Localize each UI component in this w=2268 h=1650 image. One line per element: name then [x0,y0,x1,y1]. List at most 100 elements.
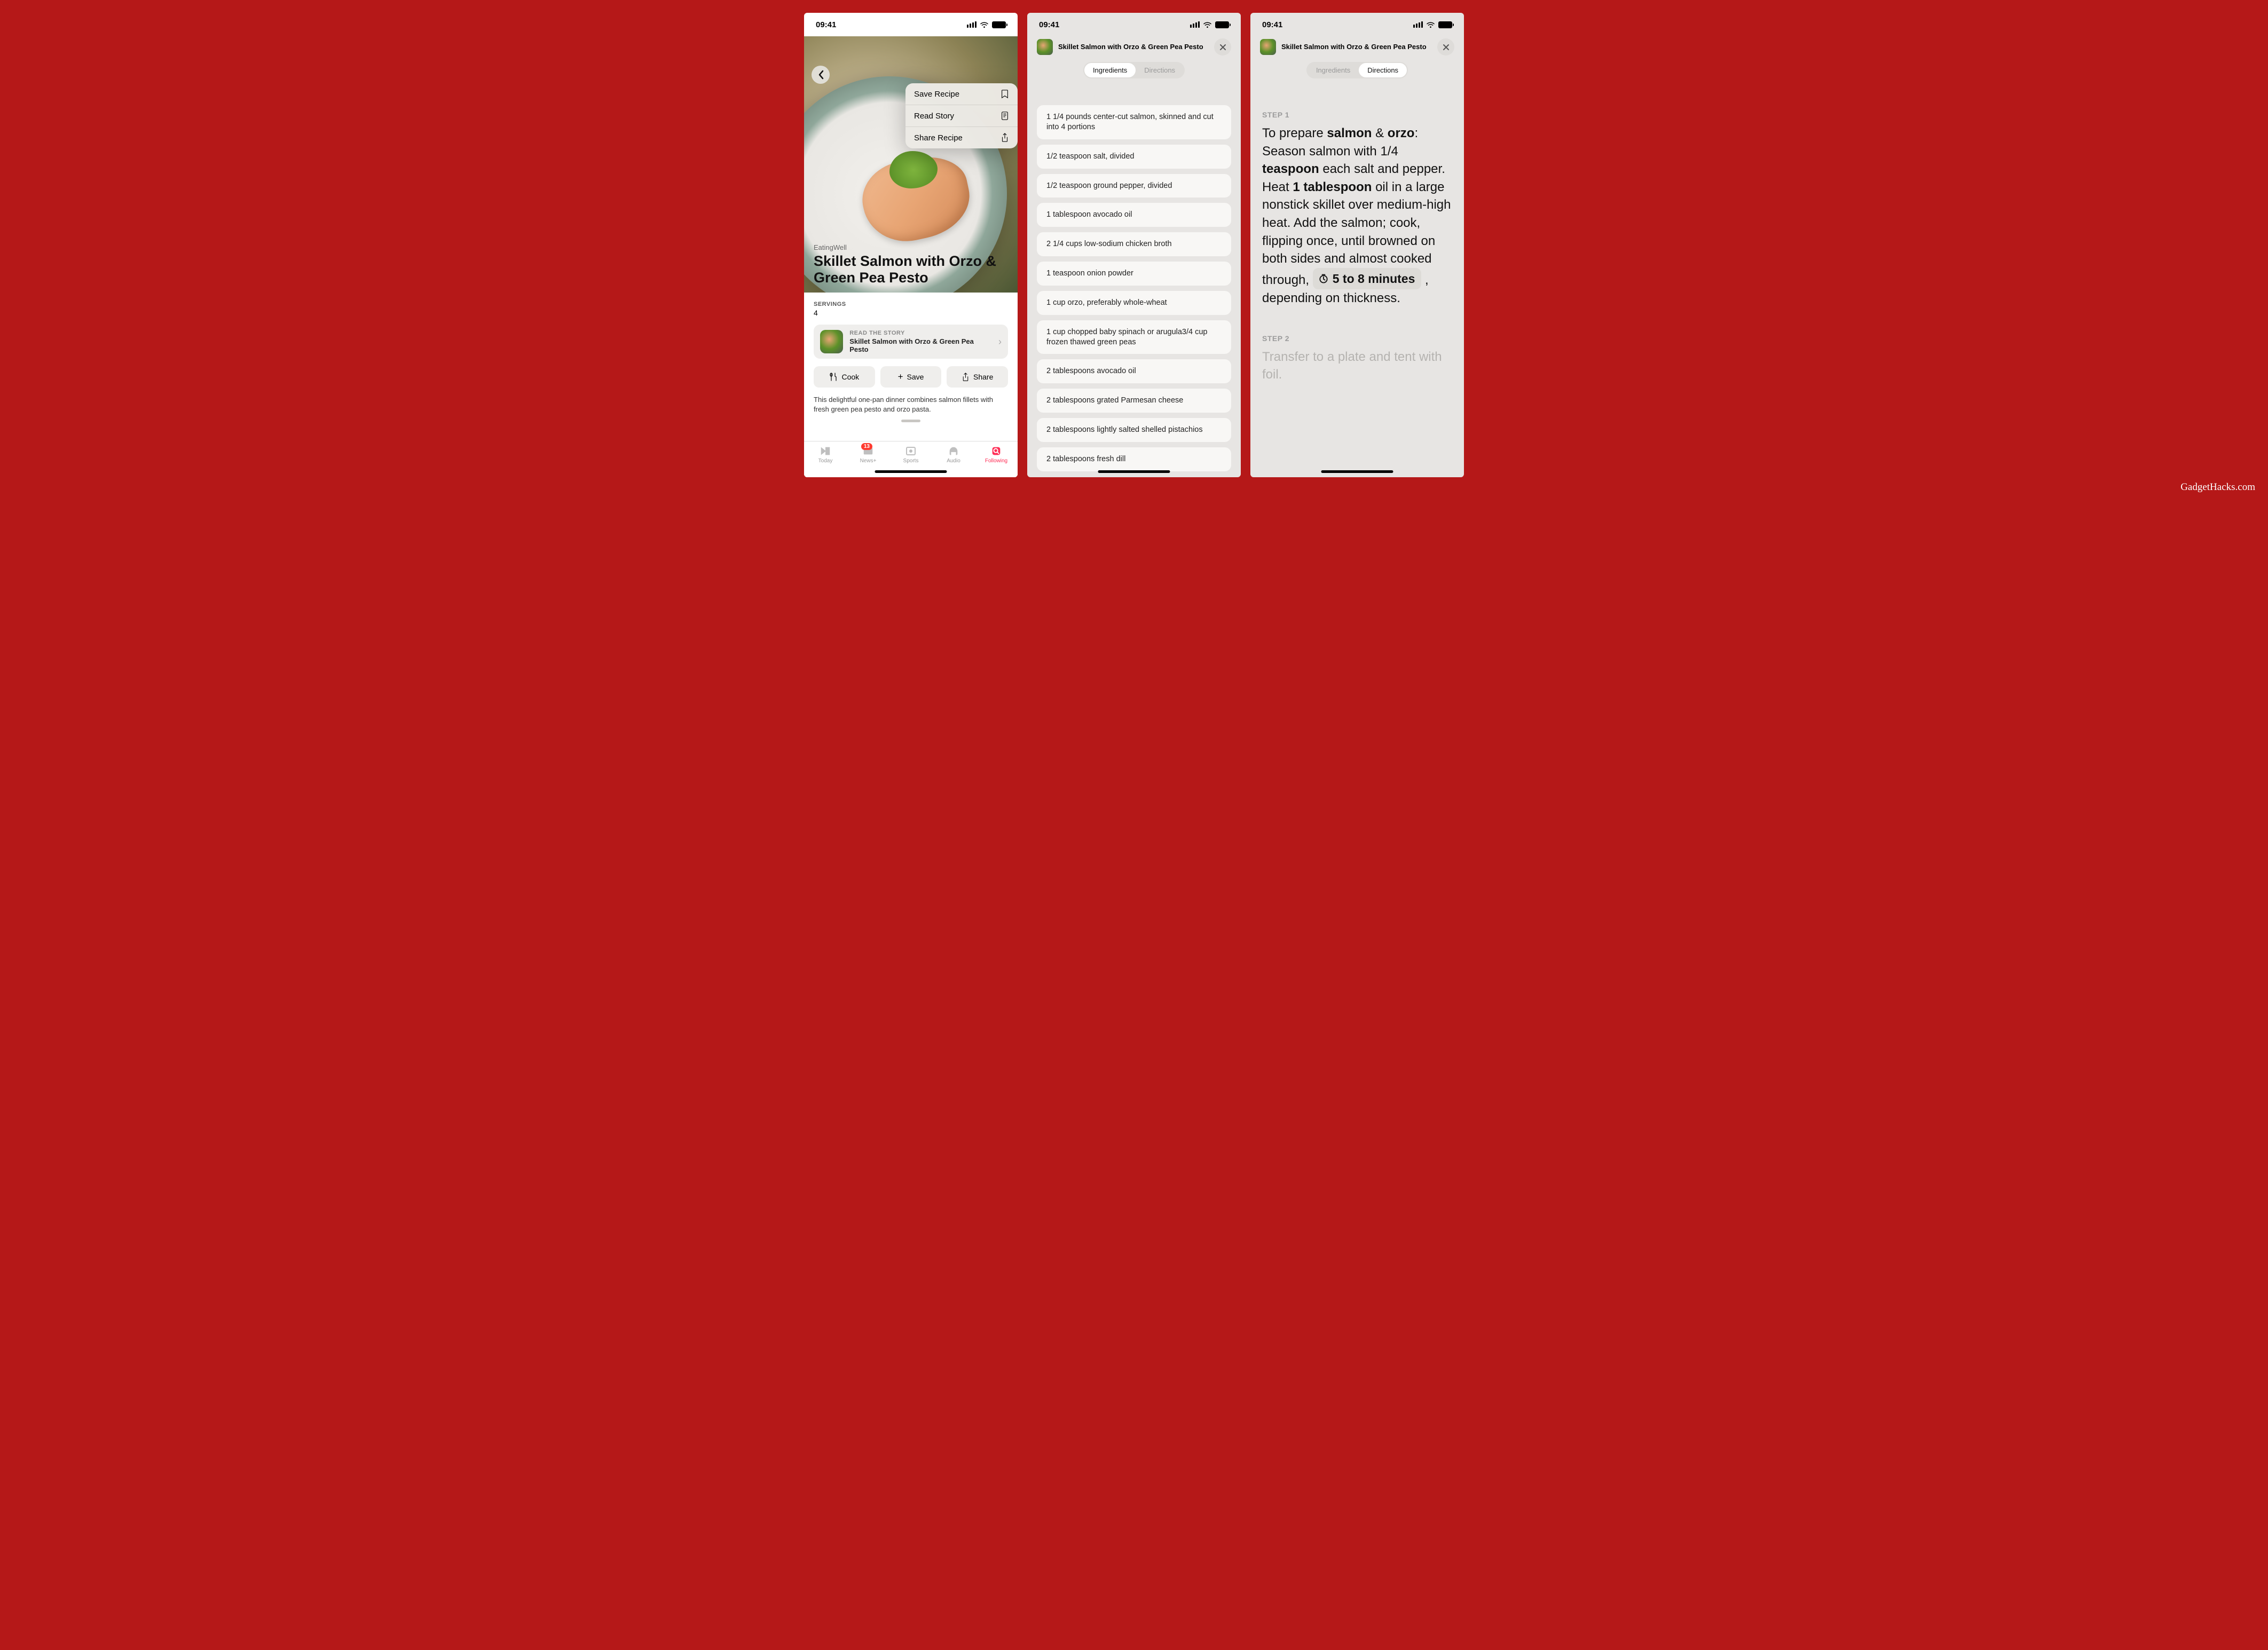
menu-share-recipe[interactable]: Share Recipe [905,127,1018,148]
battery-icon [1438,21,1452,28]
action-buttons: Cook + Save Share [814,366,1008,388]
wifi-icon [980,20,989,29]
step-label: STEP 1 [1262,110,1452,119]
headphones-icon [948,445,959,457]
tab-label: Today [818,458,833,464]
segment-ingredients[interactable]: Ingredients [1308,63,1359,77]
timer-text: 5 to 8 minutes [1333,270,1415,287]
save-button[interactable]: + Save [880,366,942,388]
ingredient-item[interactable]: 2 tablespoons fresh dill [1037,447,1231,471]
phone-ingredients: 09:41 Skillet Salmon with Orzo & Green P… [1027,13,1241,477]
header-title: Skillet Salmon with Orzo & Green Pea Pes… [1058,43,1209,51]
battery-icon [992,21,1006,28]
status-bar: 09:41 [804,13,1018,36]
status-time: 09:41 [816,20,836,29]
timer-pill[interactable]: 5 to 8 minutes [1313,268,1422,289]
sheet-header: Skillet Salmon with Orzo & Green Pea Pes… [1250,36,1464,78]
ingredient-item[interactable]: 1 teaspoon onion powder [1037,262,1231,286]
utensils-icon [829,373,838,381]
status-indicators [1190,20,1229,29]
tab-sports[interactable]: Sports [889,445,932,464]
segment-ingredients[interactable]: Ingredients [1084,63,1136,77]
close-button[interactable] [1437,38,1454,56]
hero-meta: EatingWell Skillet Salmon with Orzo & Gr… [814,243,1008,286]
close-icon [1219,44,1226,51]
pull-indicator[interactable] [901,420,920,422]
wifi-icon [1203,20,1212,29]
status-indicators [1413,20,1452,29]
segment-directions[interactable]: Directions [1136,63,1184,77]
menu-save-recipe[interactable]: Save Recipe [905,83,1018,105]
step-text: To prepare salmon & orzo: Season salmon … [1262,124,1452,307]
ingredient-item[interactable]: 1 cup chopped baby spinach or arugula3/4… [1037,320,1231,354]
segment-directions[interactable]: Directions [1359,63,1407,77]
ingredient-item[interactable]: 2 tablespoons lightly salted shelled pis… [1037,418,1231,442]
tab-audio[interactable]: Audio [932,445,975,464]
tab-today[interactable]: Today [804,445,847,464]
newsplus-badge: 13 [861,443,872,450]
home-indicator[interactable] [875,470,947,473]
button-label: Share [973,373,993,381]
segmented-control: Ingredients Directions [1037,62,1231,78]
cellular-icon [967,21,976,28]
share-icon [962,373,970,382]
menu-label: Read Story [914,112,954,121]
story-thumbnail [820,330,843,353]
story-card-label: READ THE STORY [849,330,992,336]
phone-directions: 09:41 Skillet Salmon with Orzo & Green P… [1250,13,1464,477]
phone-recipe-overview: 09:41 Save Recipe Read Story Share Recip… [804,13,1018,477]
bookmark-icon [1001,89,1009,99]
ingredient-item[interactable]: 1 tablespoon avocado oil [1037,203,1231,227]
story-card-name: Skillet Salmon with Orzo & Green Pea Pes… [849,337,992,353]
ingredient-item[interactable]: 1 1/4 pounds center-cut salmon, skinned … [1037,105,1231,139]
timer-icon [1318,273,1329,284]
back-button[interactable] [812,66,830,84]
servings-value: 4 [814,309,1008,317]
today-icon [820,445,831,457]
status-indicators [967,20,1006,29]
context-menu: Save Recipe Read Story Share Recipe [905,83,1018,148]
recipe-title: Skillet Salmon with Orzo & Green Pea Pes… [814,253,1008,286]
header-thumbnail [1260,39,1276,55]
close-button[interactable] [1214,38,1231,56]
status-bar: 09:41 [1027,13,1241,36]
home-indicator[interactable] [1098,470,1170,473]
ingredient-item[interactable]: 2 tablespoons avocado oil [1037,359,1231,383]
tab-label: News+ [860,458,877,464]
tab-newsplus[interactable]: 13 News+ [847,445,889,464]
watermark: GadgetHacks.com [2180,481,2255,493]
sheet-header: Skillet Salmon with Orzo & Green Pea Pes… [1027,36,1241,78]
share-button[interactable]: Share [947,366,1008,388]
cellular-icon [1413,21,1423,28]
sports-icon [904,446,917,456]
battery-icon [1215,21,1229,28]
home-indicator[interactable] [1321,470,1393,473]
status-time: 09:41 [1262,20,1282,29]
cook-button[interactable]: Cook [814,366,875,388]
read-story-card[interactable]: READ THE STORY Skillet Salmon with Orzo … [814,325,1008,359]
ingredient-item[interactable]: 1/2 teaspoon salt, divided [1037,145,1231,169]
directions-content[interactable]: STEP 1 To prepare salmon & orzo: Season … [1250,78,1464,384]
status-bar: 09:41 [1250,13,1464,36]
tab-label: Following [985,458,1007,464]
plus-icon: + [898,372,903,382]
wifi-icon [1426,20,1435,29]
button-label: Cook [841,373,859,381]
tab-label: Audio [947,458,960,464]
header-thumbnail [1037,39,1053,55]
tab-following[interactable]: Following [975,445,1018,464]
close-icon [1443,44,1450,51]
tab-label: Sports [903,458,919,464]
share-icon [1001,133,1009,143]
ingredient-item[interactable]: 2 tablespoons grated Parmesan cheese [1037,389,1231,413]
ingredient-item[interactable]: 2 1/4 cups low-sodium chicken broth [1037,232,1231,256]
publisher: EatingWell [814,243,1008,251]
ingredient-item[interactable]: 1/2 teaspoon ground pepper, divided [1037,174,1231,198]
menu-read-story[interactable]: Read Story [905,105,1018,127]
ingredients-list[interactable]: 1 1/4 pounds center-cut salmon, skinned … [1027,78,1241,477]
button-label: Save [907,373,924,381]
ingredient-item[interactable]: 1 cup orzo, preferably whole-wheat [1037,291,1231,315]
status-time: 09:41 [1039,20,1059,29]
servings-label: SERVINGS [814,301,1008,307]
step-2: STEP 2 Transfer to a plate and tent with… [1262,334,1452,384]
